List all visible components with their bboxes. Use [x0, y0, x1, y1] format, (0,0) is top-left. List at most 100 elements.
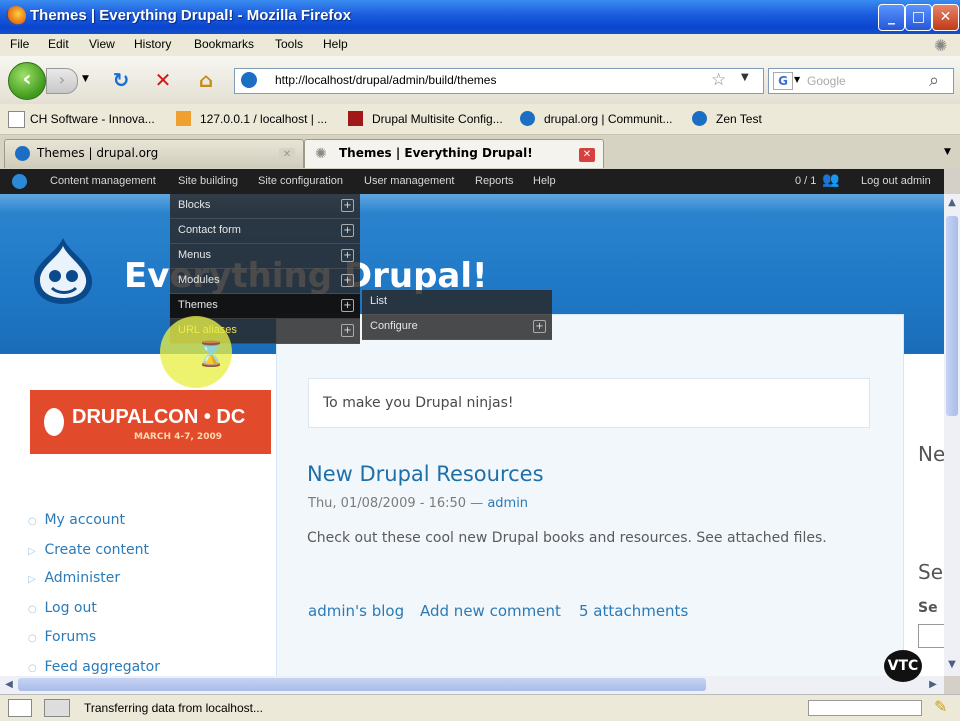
addon-icon[interactable]: ✎ — [934, 697, 947, 716]
admin-menu-site-configuration[interactable]: Site configuration — [258, 175, 343, 187]
search-icon[interactable]: ⌕ — [929, 70, 939, 91]
url-text[interactable]: http://localhost/drupal/admin/build/them… — [275, 73, 496, 87]
bookmark-drupal-org[interactable]: drupal.org | Communit... — [544, 112, 673, 126]
menu-file[interactable]: File — [10, 37, 29, 51]
menu-history[interactable]: History — [134, 37, 171, 51]
users-icon: 👥 — [822, 172, 840, 188]
expand-icon: + — [341, 249, 354, 262]
search-input[interactable]: Google — [807, 74, 846, 88]
bookmark-ch-software[interactable]: CH Software - Innova... — [30, 112, 155, 126]
link-add-new-comment[interactable]: Add new comment — [420, 602, 561, 620]
scroll-up-icon[interactable]: ▲ — [945, 196, 959, 210]
bookmark-star-icon[interactable]: ☆ — [711, 70, 726, 90]
dropdown-item-label: Themes — [178, 299, 218, 311]
banner-date: MARCH 4-7, 2009 — [134, 432, 222, 442]
link-admins-blog[interactable]: admin's blog — [308, 602, 404, 620]
vtc-watermark-logo: VTC — [884, 650, 922, 682]
status-text: Transferring data from localhost... — [84, 701, 263, 715]
sidebar-item-my-account[interactable]: ○ My account — [28, 512, 125, 528]
history-dropdown-icon[interactable]: ▼ — [82, 74, 89, 84]
search-engine-dropdown-icon[interactable]: ▼ — [794, 75, 800, 84]
menu-help[interactable]: Help — [323, 37, 348, 51]
scroll-down-icon[interactable]: ▼ — [945, 658, 959, 672]
bookmark-localhost[interactable]: 127.0.0.1 / localhost | ... — [200, 112, 327, 126]
minimize-button[interactable]: _ — [878, 4, 905, 31]
bookmark-drupal-multisite[interactable]: Drupal Multisite Config... — [372, 112, 503, 126]
home-icon[interactable]: ⌂ — [193, 68, 219, 92]
back-button[interactable]: ‹ — [8, 62, 46, 100]
node-title[interactable]: New Drupal Resources — [307, 462, 544, 486]
sidebar-item-log-out[interactable]: ○ Log out — [28, 600, 97, 616]
link-attachments[interactable]: 5 attachments — [579, 602, 688, 620]
admin-menu-user-management[interactable]: User management — [364, 175, 455, 187]
logout-link[interactable]: Log out admin — [861, 175, 931, 187]
drupal-drop-icon — [44, 408, 64, 436]
tab-close-icon[interactable]: ✕ — [279, 148, 295, 162]
banner-title: DRUPALCON • DC — [72, 406, 246, 428]
admin-menu-reports[interactable]: Reports — [475, 175, 514, 187]
drupal-icon[interactable] — [12, 174, 27, 189]
close-button[interactable]: ✕ — [932, 4, 959, 31]
vertical-scrollbar[interactable]: ▲ ▼ — [944, 194, 960, 676]
sidebar-item-administer[interactable]: ▷ Administer — [28, 570, 120, 586]
drupal-favicon-icon — [241, 72, 257, 88]
tab-themes-everything-drupal[interactable]: ✺ Themes | Everything Drupal! ✕ — [304, 139, 604, 168]
user-count: 0 / 1 — [795, 175, 817, 187]
status-page-icon — [8, 699, 32, 717]
firefox-logo-icon — [6, 6, 26, 26]
dropdown-item-menus[interactable]: Menus + — [170, 244, 360, 269]
submenu-item-list[interactable]: List — [362, 290, 552, 315]
maximize-button[interactable]: □ — [905, 4, 932, 31]
sidebar-item-label: Forums — [44, 629, 97, 645]
search-bar[interactable]: G ▼ Google ⌕ — [768, 68, 954, 94]
admin-menu-bar: Content management Site building Site co… — [0, 169, 944, 194]
dropdown-item-blocks[interactable]: Blocks + — [170, 194, 360, 219]
throbber-icon: ✺ — [934, 36, 948, 55]
tab-list-icon[interactable]: ▼ — [944, 147, 951, 157]
sidebar-item-feed-aggregator[interactable]: ○ Feed aggregator — [28, 659, 160, 675]
scroll-thumb[interactable] — [946, 216, 958, 416]
sidebar-item-label: Administer — [44, 570, 121, 586]
themes-submenu: List Configure + — [362, 290, 552, 340]
url-bar[interactable]: http://localhost/drupal/admin/build/them… — [234, 68, 764, 94]
menu-bookmarks[interactable]: Bookmarks — [194, 37, 254, 51]
horizontal-scrollbar[interactable]: ◀ ▶ — [0, 676, 944, 694]
dropdown-item-contact-form[interactable]: Contact form + — [170, 219, 360, 244]
menu-edit[interactable]: Edit — [48, 37, 69, 51]
pma-icon — [176, 111, 191, 126]
scroll-right-icon[interactable]: ▶ — [926, 678, 940, 692]
menu-tools[interactable]: Tools — [275, 37, 303, 51]
drupalcon-banner[interactable]: DRUPALCON • DC MARCH 4-7, 2009 — [30, 390, 271, 454]
page-icon — [8, 111, 25, 128]
menu-view[interactable]: View — [89, 37, 115, 51]
tab-label: Themes | Everything Drupal! — [339, 146, 533, 160]
menu-bar: File Edit View History Bookmarks Tools H… — [0, 34, 960, 56]
loading-icon: ✺ — [315, 146, 327, 162]
stop-icon[interactable]: ✕ — [150, 68, 176, 92]
scroll-thumb[interactable] — [18, 678, 706, 691]
reload-icon[interactable]: ↻ — [108, 68, 134, 92]
expand-icon: + — [341, 199, 354, 212]
tab-close-icon[interactable]: ✕ — [579, 148, 595, 162]
node-date: Thu, 01/08/2009 - 16:50 — — [308, 496, 484, 511]
search-engine-icon[interactable]: G — [773, 72, 793, 90]
scroll-left-icon[interactable]: ◀ — [2, 678, 16, 692]
dropdown-item-modules[interactable]: Modules + — [170, 269, 360, 294]
admin-menu-content-management[interactable]: Content management — [50, 175, 156, 187]
search-field[interactable] — [918, 624, 944, 648]
admin-menu-help[interactable]: Help — [533, 175, 556, 187]
submenu-item-configure[interactable]: Configure + — [362, 315, 552, 340]
url-dropdown-icon[interactable]: ▼ — [741, 72, 749, 83]
sidebar-item-create-content[interactable]: ▷ Create content — [28, 542, 149, 558]
forward-button[interactable]: › — [46, 68, 78, 94]
bookmark-zen-test[interactable]: Zen Test — [716, 112, 762, 126]
right-block-label: Se — [918, 600, 938, 616]
sidebar-item-label: Create content — [44, 542, 150, 558]
admin-menu-site-building[interactable]: Site building — [178, 175, 238, 187]
tab-themes-drupal-org[interactable]: Themes | drupal.org ✕ — [4, 139, 304, 168]
node-author-link[interactable]: admin — [487, 496, 528, 511]
sidebar-item-forums[interactable]: ○ Forums — [28, 629, 96, 645]
drupal-drop-logo-icon[interactable] — [30, 236, 96, 306]
navigation-toolbar: ‹ › ▼ ↻ ✕ ⌂ http://localhost/drupal/admi… — [0, 56, 960, 104]
sidebar-item-label: My account — [44, 512, 126, 528]
